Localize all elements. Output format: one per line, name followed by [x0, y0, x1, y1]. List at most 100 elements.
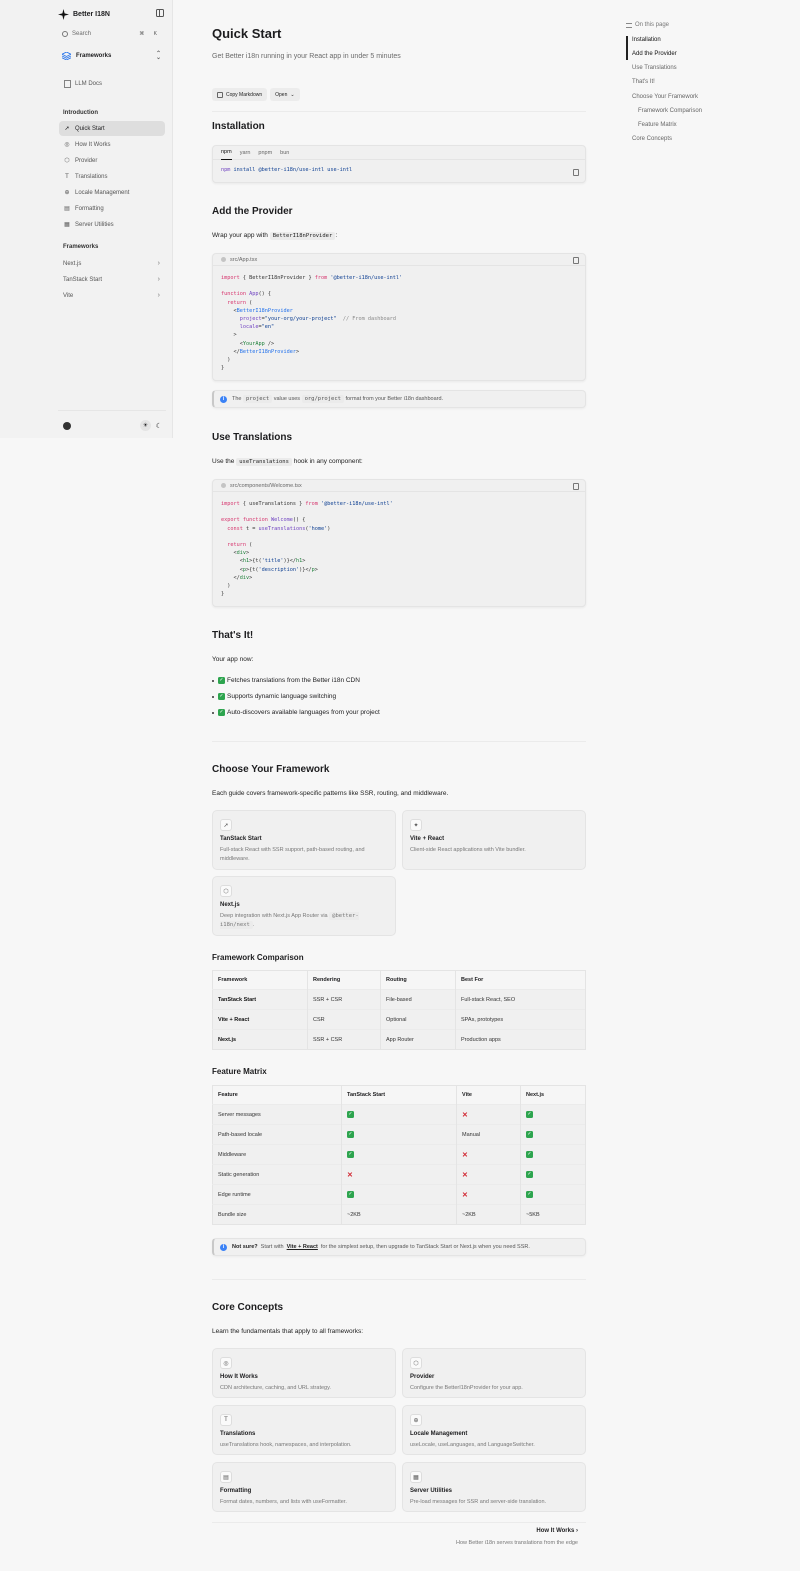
inline-code: BetterI18nProvider [269, 232, 336, 240]
table-cell: Middleware [212, 1144, 342, 1165]
framework-card-vite[interactable]: ✦ Vite + React Client-side React applica… [402, 810, 586, 870]
sidebar-toggle-icon[interactable] [156, 9, 164, 17]
card-description: Full-stack React with SSR support, path-… [220, 847, 365, 862]
sidebar-item-label: Quick Start [75, 125, 105, 132]
column-header: Next.js [520, 1085, 586, 1105]
toc-item-installation[interactable]: Installation [632, 37, 661, 43]
check-icon: ✓ [347, 1191, 354, 1198]
column-header: TanStack Start [341, 1085, 457, 1105]
list-item: ✓ Auto-discovers available languages from… [212, 709, 380, 716]
provider-code-block: src/App.tsx import { BetterI18nProvider … [212, 253, 586, 381]
tab-bun[interactable]: bun [280, 146, 289, 160]
vite-react-link[interactable]: Vite + React [287, 1244, 318, 1250]
theme-toggle[interactable]: ☀ ☾ [140, 420, 162, 431]
toc-item-core-concepts[interactable]: Core Concepts [632, 136, 672, 142]
framework-card-nextjs[interactable]: ⬡ Next.js Deep integration with Next.js … [212, 876, 396, 936]
core-card-translations[interactable]: T Translations useTranslations hook, nam… [212, 1405, 396, 1455]
table-cell: App Router [380, 1029, 456, 1050]
heading-framework-comparison: Framework Comparison [212, 953, 304, 962]
sidebar-item-tanstack-start[interactable]: TanStack Start › [59, 272, 165, 287]
cell-text: Manual [462, 1131, 481, 1138]
toc-item-framework-comparison[interactable]: Framework Comparison [638, 108, 702, 114]
heading-add-provider: Add the Provider [212, 206, 293, 217]
table-row: Path-based locale ✓ Manual ✓ [212, 1124, 586, 1145]
copy-icon[interactable] [573, 169, 579, 176]
table-row: Next.js SSR + CSR App Router Production … [212, 1029, 586, 1050]
toc-item-add-provider[interactable]: Add the Provider [632, 51, 677, 57]
check-icon: ✓ [347, 1111, 354, 1118]
framework-select[interactable]: Frameworks ⌃ ⌄ [59, 48, 165, 64]
column-header: Framework [212, 970, 308, 990]
core-card-formatting[interactable]: ▤ Formatting Format dates, numbers, and … [212, 1462, 396, 1512]
sidebar-item-nextjs[interactable]: Next.js › [59, 256, 165, 271]
tab-pnpm[interactable]: pnpm [258, 146, 272, 160]
sidebar-item-label: TanStack Start [63, 276, 103, 283]
bullet-dot [212, 695, 214, 698]
feature-matrix-table: Feature TanStack Start Vite Next.js Serv… [212, 1085, 586, 1225]
sidebar-item-label: Vite [63, 292, 74, 299]
sidebar-item-llm-docs[interactable]: LLM Docs [59, 76, 165, 91]
table-cell: Next.js [212, 1029, 308, 1050]
document-icon [63, 79, 71, 88]
tip-callout: i Not sure? Start with Vite + React for … [212, 1238, 586, 1256]
text-icon: T [65, 173, 69, 180]
table-of-contents: On this page Installation Add the Provid… [626, 20, 766, 142]
sidebar-item-vite[interactable]: Vite › [59, 288, 165, 303]
choose-framework-text: Each guide covers framework-specific pat… [212, 790, 449, 797]
copy-markdown-button[interactable]: Copy Markdown [212, 88, 268, 101]
table-cell: Path-based locale [212, 1124, 342, 1145]
moon-icon[interactable]: ☾ [156, 422, 162, 430]
core-card-server-utilities[interactable]: ▦ Server Utilities Pre-load messages for… [402, 1462, 586, 1512]
sidebar-item-provider[interactable]: ⬡ Provider [59, 153, 165, 168]
tab-yarn[interactable]: yarn [240, 146, 251, 160]
sidebar-item-quick-start[interactable]: ➚ Quick Start [59, 121, 165, 136]
open-label: Open [275, 91, 288, 98]
sidebar-item-label: Server Utilities [75, 221, 114, 228]
core-card-how-it-works[interactable]: ◎ How It Works CDN architecture, caching… [212, 1348, 396, 1398]
table-cell: ✕ [456, 1164, 521, 1185]
text: : [335, 232, 338, 239]
brand[interactable]: Better I18N [58, 8, 164, 20]
toc-item-use-translations[interactable]: Use Translations [632, 65, 677, 71]
toc-item-thats-it[interactable]: That's It! [632, 79, 655, 85]
table-cell: ✕ [341, 1164, 457, 1185]
card-title: How It Works [220, 1374, 258, 1380]
copy-icon[interactable] [573, 257, 579, 264]
chevron-right-icon: › [157, 292, 160, 299]
next-page-link[interactable]: How It Works › How Better i18n serves tr… [456, 1528, 578, 1546]
search-shortcut: ⌘ K [139, 31, 161, 37]
framework-card-tanstack[interactable]: ➚ TanStack Start Full-stack React with S… [212, 810, 396, 870]
core-card-provider[interactable]: ⬡ Provider Configure the BetterI18nProvi… [402, 1348, 586, 1398]
sidebar-item-translations[interactable]: T Translations [59, 169, 165, 184]
sidebar-item-server-utilities[interactable]: ▦ Server Utilities [59, 217, 165, 232]
core-card-locale-management[interactable]: ⊕ Locale Management useLocale, useLangua… [402, 1405, 586, 1455]
sidebar-item-locale-management[interactable]: ⊕ Locale Management [59, 185, 165, 200]
sun-icon[interactable]: ☀ [140, 420, 151, 431]
copy-icon[interactable] [573, 483, 579, 490]
cross-icon: ✕ [462, 1171, 468, 1179]
toc-item-feature-matrix[interactable]: Feature Matrix [638, 122, 677, 128]
sidebar-item-formatting[interactable]: ▤ Formatting [59, 201, 165, 216]
heading-installation: Installation [212, 121, 265, 132]
heading-core-concepts: Core Concepts [212, 1302, 284, 1313]
toc-item-choose-framework[interactable]: Choose Your Framework [632, 94, 698, 100]
github-icon[interactable] [63, 422, 71, 430]
text: Use the [212, 458, 235, 465]
text: Deep integration with Next.js App Router… [220, 913, 328, 919]
callout-title: Not sure? [232, 1244, 258, 1250]
translations-code: import { useTranslations } from '@better… [221, 501, 393, 598]
sidebar-item-how-it-works[interactable]: ◎ How It Works [59, 137, 165, 152]
code-filename: src/App.tsx [230, 256, 258, 263]
card-title: TanStack Start [220, 836, 262, 842]
page-lead: Get Better i18n running in your React ap… [212, 53, 401, 60]
text: The [232, 396, 242, 402]
provider-intro-text: Wrap your app with BetterI18nProvider: [212, 232, 338, 240]
tab-npm[interactable]: npm [221, 145, 232, 160]
table-cell: Edge runtime [212, 1184, 342, 1205]
rocket-icon: ➚ [220, 819, 232, 831]
search-input[interactable]: Search ⌘ K [59, 27, 165, 41]
card-description: Deep integration with Next.js App Router… [220, 912, 388, 930]
heading-feature-matrix: Feature Matrix [212, 1067, 267, 1076]
list-item-text: Fetches translations from the Better i18… [227, 677, 360, 684]
open-button[interactable]: Open ⌄ [270, 88, 300, 101]
